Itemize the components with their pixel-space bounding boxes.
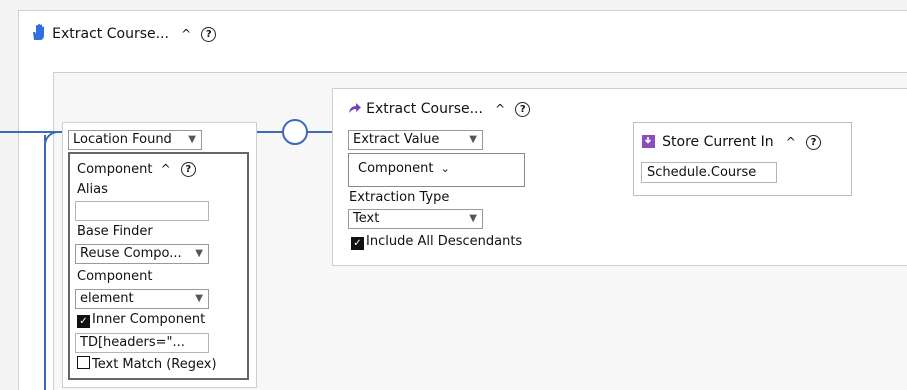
inner-component-value: TD[headers="...	[80, 335, 185, 350]
collapse-caret[interactable]: ^	[786, 135, 796, 149]
include-descendants-checkbox[interactable]: ✓ Include All Descendants	[351, 234, 522, 250]
base-finder-label: Base Finder	[77, 224, 153, 239]
store-value: Schedule.Course	[647, 165, 757, 180]
component-value: element	[80, 291, 134, 306]
extract-value-dropdown[interactable]: Extract Value ▼	[348, 130, 483, 150]
extraction-type-dropdown[interactable]: Text ▼	[348, 209, 483, 229]
help-icon[interactable]: ?	[201, 27, 217, 42]
extract-title: Extract Course...	[366, 101, 483, 117]
location-dropdown[interactable]: Location Found ▼	[68, 130, 202, 150]
component-header: Component ^ ?	[77, 162, 196, 177]
text-match-label: Text Match (Regex)	[92, 357, 217, 372]
base-finder-value: Reuse Compo...	[80, 246, 182, 261]
extraction-type-label: Extraction Type	[349, 190, 450, 205]
component-header-label: Component	[77, 162, 153, 177]
dropdown-arrow-icon: ▼	[469, 213, 477, 224]
chevron-down-icon: ⌄	[440, 162, 450, 175]
store-header: Store Current In ^ ?	[642, 134, 821, 150]
collapse-caret[interactable]: ^	[181, 27, 191, 41]
dropdown-arrow-icon: ▼	[469, 134, 477, 145]
help-icon[interactable]: ?	[805, 135, 821, 150]
alias-field[interactable]	[75, 201, 209, 221]
download-box-icon	[642, 135, 655, 148]
component-label: Component	[77, 269, 153, 284]
checkbox-unchecked-icon[interactable]	[77, 356, 90, 369]
dropdown-arrow-icon: ▼	[195, 293, 203, 304]
collapse-caret[interactable]: ^	[161, 162, 171, 176]
location-dropdown-value: Location Found	[73, 132, 172, 147]
blue-vertical-line	[44, 135, 46, 390]
checkbox-checked-icon[interactable]: ✓	[351, 237, 364, 250]
inner-component-checkbox[interactable]: ✓ Inner Component	[77, 312, 205, 328]
base-finder-dropdown[interactable]: Reuse Compo... ▼	[75, 244, 209, 264]
extraction-type-value: Text	[353, 211, 380, 226]
blue-line-left	[0, 131, 62, 133]
outer-header: Extract Course... ^ ?	[30, 23, 217, 45]
dropdown-arrow-icon: ▼	[188, 134, 196, 145]
text-match-checkbox[interactable]: Text Match (Regex)	[77, 356, 217, 372]
extract-header: Extract Course... ^ ?	[348, 101, 531, 118]
inner-component-label: Inner Component	[92, 312, 206, 327]
hand-icon	[30, 23, 48, 45]
flow-node-blue[interactable]	[282, 119, 308, 145]
collapse-caret[interactable]: ^	[495, 102, 505, 116]
help-icon[interactable]: ?	[515, 102, 531, 117]
store-title: Store Current In	[662, 134, 774, 150]
extract-component-box[interactable]: Component ⌄	[348, 153, 525, 187]
dropdown-arrow-icon: ▼	[195, 248, 203, 259]
inner-component-field[interactable]: TD[headers="...	[75, 333, 209, 353]
alias-label: Alias	[77, 182, 108, 197]
component-dropdown[interactable]: element ▼	[75, 289, 209, 309]
store-value-field[interactable]: Schedule.Course	[641, 162, 777, 183]
outer-title: Extract Course...	[52, 26, 169, 42]
help-icon[interactable]: ?	[180, 162, 196, 177]
checkbox-checked-icon[interactable]: ✓	[77, 315, 90, 328]
extract-component-value: Component	[358, 161, 434, 176]
extract-value-label: Extract Value	[353, 132, 440, 147]
include-descendants-label: Include All Descendants	[366, 234, 523, 249]
share-icon	[348, 102, 362, 118]
